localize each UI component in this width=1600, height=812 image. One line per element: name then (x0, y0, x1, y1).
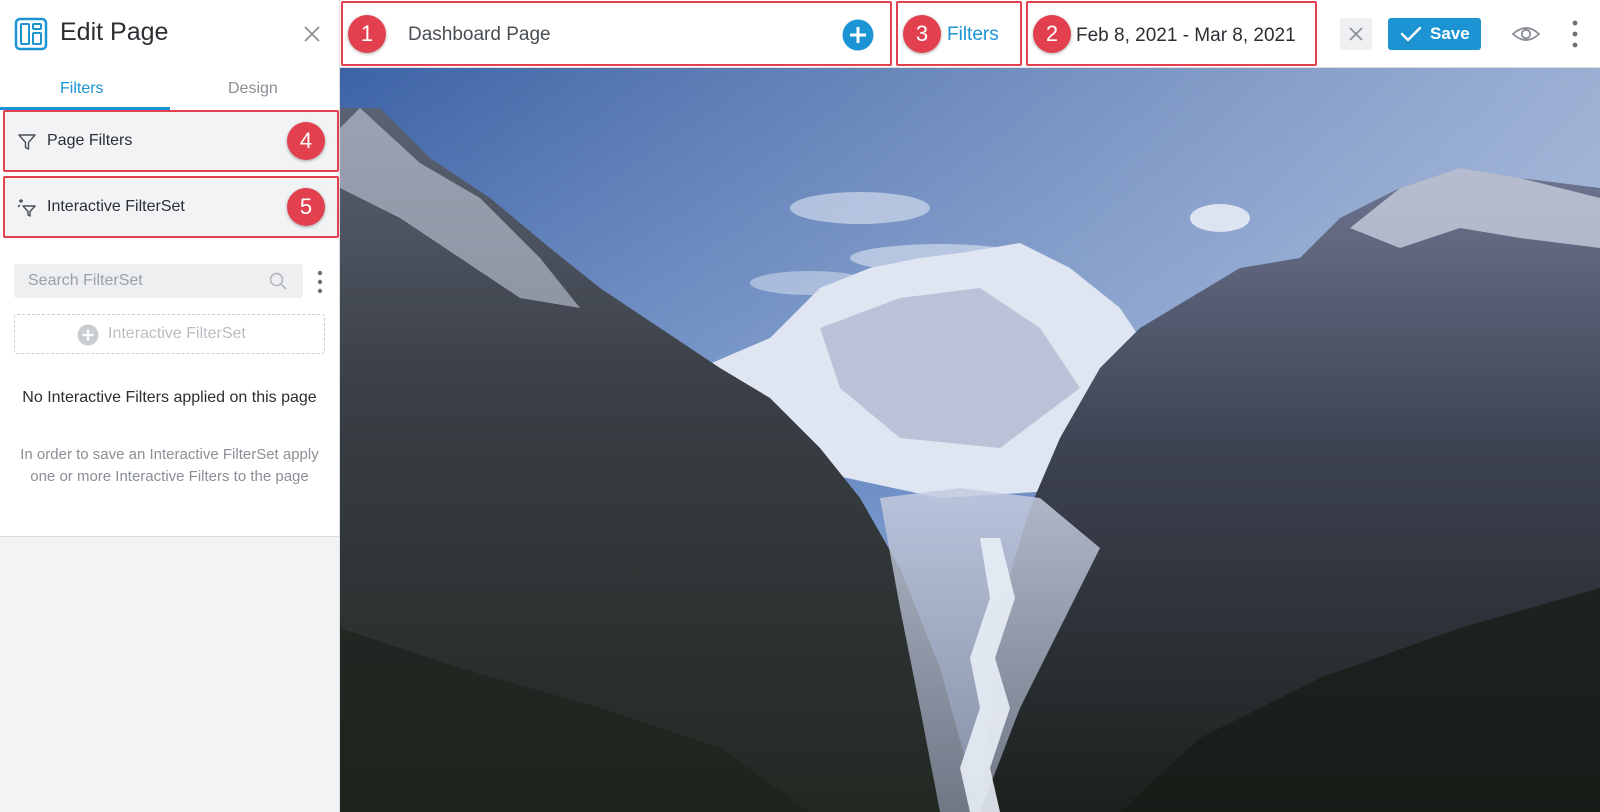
mountain-landscape-image (340, 68, 1600, 812)
search-input[interactable] (14, 264, 264, 298)
page-filters-label: Page Filters (47, 132, 133, 149)
sidebar-panel: Edit Page Filters Design Page Filters 4 … (0, 0, 339, 537)
close-icon (1349, 27, 1363, 41)
empty-state-description: In order to save an Interactive FilterSe… (20, 446, 319, 485)
more-options-icon[interactable] (310, 268, 330, 296)
callout-badge-3: 3 (903, 15, 941, 53)
search-icon[interactable] (268, 271, 288, 291)
add-interactive-filterset-button[interactable]: Interactive FilterSet (14, 314, 325, 354)
preview-eye-icon[interactable] (1511, 21, 1541, 47)
page-layout-icon (14, 17, 48, 51)
page-canvas (340, 68, 1600, 812)
close-icon[interactable] (300, 22, 324, 46)
sidebar-title: Edit Page (60, 18, 169, 46)
tab-design[interactable]: Design (228, 80, 278, 98)
date-range-picker[interactable]: 2 Feb 8, 2021 - Mar 8, 2021 (1026, 1, 1317, 66)
edit-page-sidebar: Edit Page Filters Design Page Filters 4 … (0, 0, 340, 812)
interactive-filterset-label: Interactive FilterSet (47, 198, 185, 215)
checkmark-icon (1400, 26, 1422, 42)
page-name[interactable]: Dashboard Page (408, 24, 551, 46)
filters-button[interactable]: 3 Filters (896, 1, 1022, 66)
callout-badge-5: 5 (287, 188, 325, 226)
sidebar-header: Edit Page (0, 0, 339, 68)
empty-state-title: No Interactive Filters applied on this p… (22, 389, 317, 406)
filters-label: Filters (947, 24, 999, 45)
add-widget-icon[interactable] (842, 19, 874, 51)
callout-badge-2: 2 (1033, 15, 1071, 53)
interactive-filter-icon (17, 199, 36, 217)
add-filterset-label: Interactive FilterSet (108, 325, 246, 342)
tab-filters[interactable]: Filters (60, 80, 104, 98)
top-toolbar: 1 Dashboard Page 3 Filters 2 Feb 8, 2021… (340, 0, 1600, 68)
date-range-value: Feb 8, 2021 - Mar 8, 2021 (1076, 25, 1296, 46)
callout-badge-1: 1 (348, 15, 386, 53)
more-options-icon[interactable] (1568, 18, 1582, 50)
add-circle-icon (77, 324, 99, 346)
cancel-button[interactable] (1340, 18, 1372, 50)
callout-badge-4: 4 (287, 122, 325, 160)
search-filterset (14, 264, 303, 298)
save-label: Save (1430, 24, 1470, 43)
sidebar-tabs: Filters Design (0, 68, 339, 110)
page-name-box: 1 Dashboard Page (341, 1, 892, 66)
interactive-filterset-section[interactable]: Interactive FilterSet 5 (3, 176, 339, 238)
page-filters-section[interactable]: Page Filters 4 (3, 110, 339, 172)
filter-icon (18, 134, 36, 150)
save-button[interactable]: Save (1388, 18, 1481, 50)
